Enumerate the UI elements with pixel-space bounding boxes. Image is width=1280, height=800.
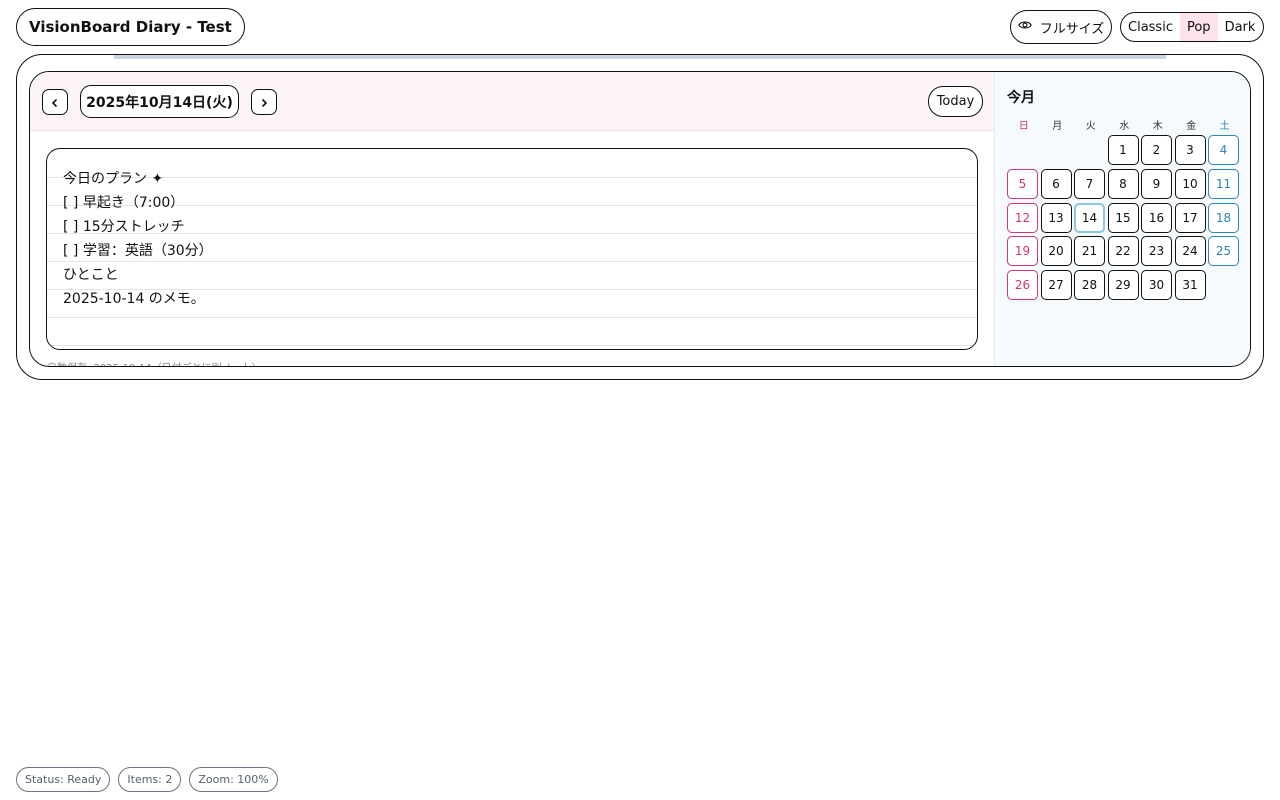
weekday-label: 水 (1119, 121, 1130, 132)
calendar-day[interactable]: 22 (1107, 236, 1139, 267)
weekday-label: 月 (1052, 121, 1063, 132)
status-bar: Status: Ready Items: 2 Zoom: 100% (16, 767, 278, 792)
calendar-day[interactable]: 7 (1074, 168, 1105, 199)
calendar-day[interactable]: 16 (1141, 202, 1172, 233)
diary-panel: 2025年10月14日(火) Today 今日のプラン ✦ [ ] 早起き（7:… (29, 71, 1251, 367)
fullsize-label: フルサイズ (1039, 21, 1105, 37)
today-button[interactable]: Today (928, 86, 983, 117)
chevron-right-icon (259, 93, 269, 112)
calendar-day[interactable]: 27 (1040, 270, 1072, 301)
calendar-day[interactable]: 24 (1174, 236, 1206, 267)
weekday-header: 日月火水木金土 (1007, 117, 1241, 132)
status-chip: Status: Ready (16, 767, 111, 792)
next-day-button[interactable] (251, 89, 277, 115)
calendar-day[interactable]: 1 (1107, 135, 1139, 165)
weekday-label: 金 (1186, 121, 1197, 132)
notes-text[interactable]: 今日のプラン ✦ [ ] 早起き（7:00） [ ] 15分ストレッチ [ ] … (63, 167, 961, 311)
calendar-day[interactable]: 29 (1107, 270, 1139, 301)
weekday-label: 火 (1085, 121, 1096, 132)
calendar-day[interactable]: 11 (1208, 168, 1239, 199)
fullsize-button[interactable]: フルサイズ (1010, 10, 1112, 44)
theme-classic-button[interactable]: Classic (1121, 13, 1180, 41)
calendar-day[interactable]: 25 (1208, 236, 1239, 267)
calendar-day[interactable]: 6 (1040, 168, 1072, 199)
calendar-day[interactable]: 31 (1174, 270, 1206, 301)
calendar-day[interactable]: 23 (1141, 236, 1172, 267)
calendar-blank (1007, 135, 1038, 165)
calendar-day[interactable]: 12 (1007, 202, 1038, 233)
calendar-day-today[interactable]: 14 (1074, 202, 1105, 233)
calendar-day[interactable]: 30 (1141, 270, 1172, 301)
calendar-day[interactable]: 10 (1174, 168, 1206, 199)
calendar-day[interactable]: 8 (1107, 168, 1139, 199)
calendar-day[interactable]: 19 (1007, 236, 1038, 267)
calendar-day[interactable]: 21 (1074, 236, 1105, 267)
calendar-day[interactable]: 2 (1141, 135, 1172, 165)
prev-day-button[interactable] (42, 89, 68, 115)
calendar-day[interactable]: 15 (1107, 202, 1139, 233)
calendar-day[interactable]: 28 (1074, 270, 1105, 301)
chevron-left-icon (50, 93, 60, 112)
theme-pop-button[interactable]: Pop (1179, 13, 1218, 41)
calendar-blank (1074, 135, 1105, 165)
calendar-day[interactable]: 20 (1040, 236, 1072, 267)
calendar-day[interactable]: 18 (1208, 202, 1239, 233)
calendar-day[interactable]: 17 (1174, 202, 1206, 233)
calendar-day[interactable]: 5 (1007, 168, 1038, 199)
board-scroll-indicator (114, 55, 1166, 59)
day-header: 2025年10月14日(火) Today (30, 72, 994, 131)
items-chip: Items: 2 (118, 767, 182, 792)
app-title: VisionBoard Diary - Test (16, 8, 245, 46)
calendar-day[interactable]: 4 (1208, 135, 1239, 165)
eye-icon (1017, 18, 1032, 36)
zoom-chip: Zoom: 100% (189, 767, 278, 792)
calendar-day[interactable]: 26 (1007, 270, 1038, 301)
theme-dark-button[interactable]: Dark (1218, 13, 1263, 41)
weekday-label: 日 (1018, 121, 1029, 132)
calendar-grid: 1 2 3 4 5 6 7 8 9 10 11 12 13 14 15 16 17 18 19 20 21 22 23 24 2… (1007, 135, 1241, 301)
calendar-day[interactable]: 3 (1174, 135, 1206, 165)
autosave-note: 自動保存: 2025-10-14（日付ごとに別ノート） (47, 359, 262, 366)
theme-switcher: Classic Pop Dark (1120, 12, 1264, 42)
calendar-day[interactable]: 9 (1141, 168, 1172, 199)
current-date-label[interactable]: 2025年10月14日(火) (80, 85, 239, 118)
calendar-title: 今月 (1007, 90, 1035, 106)
calendar-day[interactable]: 13 (1040, 202, 1072, 233)
weekday-label: 土 (1219, 121, 1230, 132)
weekday-label: 木 (1152, 121, 1163, 132)
month-calendar-panel: 今月 日月火水木金土 1 2 3 4 5 6 7 8 9 10 11 12 13 14 15 16 17 18 19… (994, 72, 1250, 366)
calendar-blank (1041, 135, 1072, 165)
notes-editor[interactable]: 今日のプラン ✦ [ ] 早起き（7:00） [ ] 15分ストレッチ [ ] … (46, 148, 978, 350)
